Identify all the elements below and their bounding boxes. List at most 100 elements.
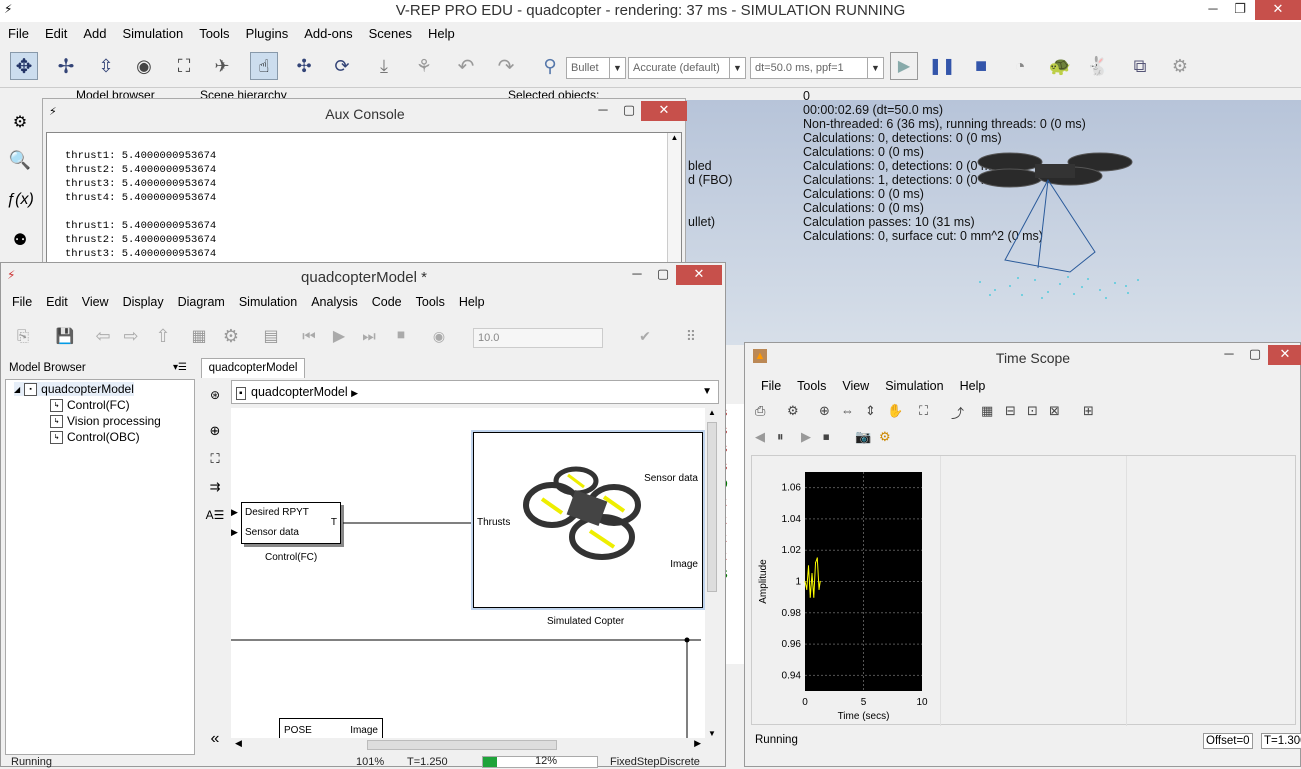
- select-icon[interactable]: ☝: [250, 52, 278, 80]
- canvas-vscroll[interactable]: ▲ ▼: [705, 408, 719, 738]
- tree-item-root[interactable]: ◢ ▪ quadcopterModel: [14, 382, 134, 396]
- object-properties-icon[interactable]: ⚙: [6, 108, 34, 136]
- simulink-menu-file[interactable]: File: [5, 292, 39, 312]
- scope-menu-view[interactable]: View: [834, 376, 877, 396]
- close-button[interactable]: ✕: [1268, 345, 1301, 365]
- aux-console-output[interactable]: thrust1: 5.4000000953674 thrust2: 5.40000…: [46, 132, 682, 267]
- aux-scrollbar[interactable]: ▲: [667, 133, 681, 263]
- cursor-icon[interactable]: ⊟: [1005, 403, 1016, 419]
- maximize-button[interactable]: ❐: [1226, 0, 1254, 20]
- vrep-menu-help[interactable]: Help: [420, 24, 463, 44]
- vrep-menu-simulation[interactable]: Simulation: [115, 24, 192, 44]
- highlight-simulink-icon[interactable]: ⚙: [879, 429, 891, 445]
- stop-icon[interactable]: ■: [967, 52, 995, 80]
- model-canvas[interactable]: Desired RPYT Sensor data T Control(FC) ▶…: [231, 408, 705, 738]
- up-icon[interactable]: ⇧: [149, 322, 177, 350]
- check-icon[interactable]: ✔: [631, 322, 659, 350]
- explorer-icon[interactable]: ▤: [257, 322, 285, 350]
- chevron-down-icon[interactable]: ▼: [702, 381, 712, 403]
- simulink-menu-view[interactable]: View: [75, 292, 116, 312]
- scope-chart[interactable]: 0 5 10 1.06 1.04 1.02 1 0.98 0.96 0.94 Amplitude Ti…: [752, 456, 940, 726]
- annotation-icon[interactable]: A☰: [201, 501, 229, 529]
- stop-time-input[interactable]: 10.0: [473, 328, 603, 348]
- canvas-hscroll[interactable]: ◀ ▶: [231, 738, 705, 752]
- layout-icon[interactable]: ⊞: [1083, 403, 1094, 419]
- close-button[interactable]: ✕: [1255, 0, 1301, 20]
- scope-menu-file[interactable]: File: [753, 376, 789, 396]
- fit-view-icon[interactable]: ⛶: [170, 52, 198, 80]
- physics-engine-select[interactable]: Bullet ▼: [566, 57, 626, 79]
- scene-list-icon[interactable]: ⧉: [1126, 52, 1154, 80]
- forward-icon[interactable]: ⇨: [117, 322, 145, 350]
- close-button[interactable]: ✕: [641, 101, 687, 121]
- step-back-icon[interactable]: ◀: [755, 429, 765, 445]
- transfer-dna-icon[interactable]: ⚘: [410, 52, 438, 80]
- bilevel-icon[interactable]: ⊠: [1049, 403, 1060, 419]
- block-simulated-copter[interactable]: Thrusts Sensor data Image: [473, 432, 703, 608]
- tree-item-control-obc[interactable]: ↳ Control(OBC): [50, 430, 140, 444]
- timestep-select[interactable]: dt=50.0 ms, ppf=1 ▼: [750, 57, 884, 79]
- save-icon[interactable]: 💾: [51, 322, 79, 350]
- calculation-modules-icon[interactable]: 🔍: [6, 146, 34, 174]
- accuracy-select[interactable]: Accurate (default) ▼: [628, 57, 746, 79]
- simulink-menu-edit[interactable]: Edit: [39, 292, 75, 312]
- maximize-button[interactable]: ▢: [615, 101, 643, 121]
- expand-icon[interactable]: ◢: [14, 385, 20, 394]
- vrep-menu-plugins[interactable]: Plugins: [238, 24, 297, 44]
- minimize-button[interactable]: ─: [623, 265, 651, 285]
- vrep-menu-scenes[interactable]: Scenes: [361, 24, 420, 44]
- slower-icon[interactable]: 🐢: [1046, 52, 1074, 80]
- pause-icon[interactable]: ❚❚: [928, 52, 956, 80]
- snapshot-icon[interactable]: 📷: [855, 429, 871, 445]
- minimize-button[interactable]: ─: [589, 101, 617, 121]
- redo-icon[interactable]: ↷: [492, 52, 520, 80]
- simulink-menu-simulation[interactable]: Simulation: [232, 292, 304, 312]
- zoom-in-icon[interactable]: ⊕: [819, 403, 830, 419]
- scope-menu-help[interactable]: Help: [952, 376, 994, 396]
- collapse-icon[interactable]: «: [201, 725, 229, 753]
- triggers-icon[interactable]: ▦: [981, 403, 993, 419]
- record-icon[interactable]: ◉: [425, 322, 453, 350]
- highlight-icon[interactable]: ⤴: [951, 403, 964, 422]
- shift-camera-icon[interactable]: ⇳: [92, 52, 120, 80]
- settings-icon[interactable]: ⚙: [217, 322, 245, 350]
- undo-icon[interactable]: ↶: [452, 52, 480, 80]
- camera-icon[interactable]: ◉: [130, 52, 158, 80]
- layers-icon[interactable]: ⚙: [1166, 52, 1194, 80]
- step-back-icon[interactable]: ⏮: [295, 322, 323, 350]
- move-camera-icon[interactable]: ✥: [10, 52, 38, 80]
- autoscale-icon[interactable]: ⛶: [919, 403, 928, 419]
- simulink-menu-code[interactable]: Code: [365, 292, 409, 312]
- object-rotate-icon[interactable]: ⟳: [328, 52, 356, 80]
- scope-menu-simulation[interactable]: Simulation: [877, 376, 951, 396]
- assemble-icon[interactable]: ⤓: [370, 52, 398, 80]
- step-forward-icon[interactable]: ⏭: [355, 322, 383, 350]
- stop-icon[interactable]: ⏹: [387, 322, 415, 350]
- zoom-x-icon[interactable]: ⇔: [841, 403, 854, 418]
- vrep-menu-addons[interactable]: Add-ons: [296, 24, 360, 44]
- model-browser-tree[interactable]: ◢ ▪ quadcopterModel ↳ Control(FC) ↳ Vision p…: [5, 379, 195, 755]
- minimize-button[interactable]: ─: [1199, 0, 1227, 20]
- tree-item-control-fc[interactable]: ↳ Control(FC): [50, 398, 130, 412]
- fly-icon[interactable]: ✈: [208, 52, 236, 80]
- panel-menu-icon[interactable]: ▾☰: [173, 359, 187, 377]
- stop-icon[interactable]: ⏹: [823, 429, 830, 445]
- step-forward-icon[interactable]: ▶: [801, 429, 811, 445]
- tree-item-vision[interactable]: ↳ Vision processing: [50, 414, 161, 428]
- scope-menu-tools[interactable]: Tools: [789, 376, 834, 396]
- new-model-icon[interactable]: ⎘: [9, 322, 37, 350]
- print-icon[interactable]: ⎙: [755, 403, 765, 419]
- collections-icon[interactable]: ⚉: [6, 226, 34, 254]
- library-icon[interactable]: ▦: [185, 322, 213, 350]
- simulink-menu-diagram[interactable]: Diagram: [171, 292, 232, 312]
- simulink-menu-help[interactable]: Help: [452, 292, 492, 312]
- function-icon[interactable]: ƒ(x): [6, 186, 34, 214]
- pan-icon[interactable]: ✋: [887, 403, 903, 419]
- zoom-icon[interactable]: ⊕: [201, 417, 229, 445]
- minimize-button[interactable]: ─: [1215, 345, 1243, 365]
- vrep-menu-file[interactable]: File: [0, 24, 37, 44]
- grid-icon[interactable]: ⠿: [677, 322, 705, 350]
- simulink-menu-display[interactable]: Display: [116, 292, 171, 312]
- breadcrumb[interactable]: ▪ quadcopterModel ▶ ▼: [231, 380, 719, 404]
- faster-icon[interactable]: 🐇: [1084, 52, 1112, 80]
